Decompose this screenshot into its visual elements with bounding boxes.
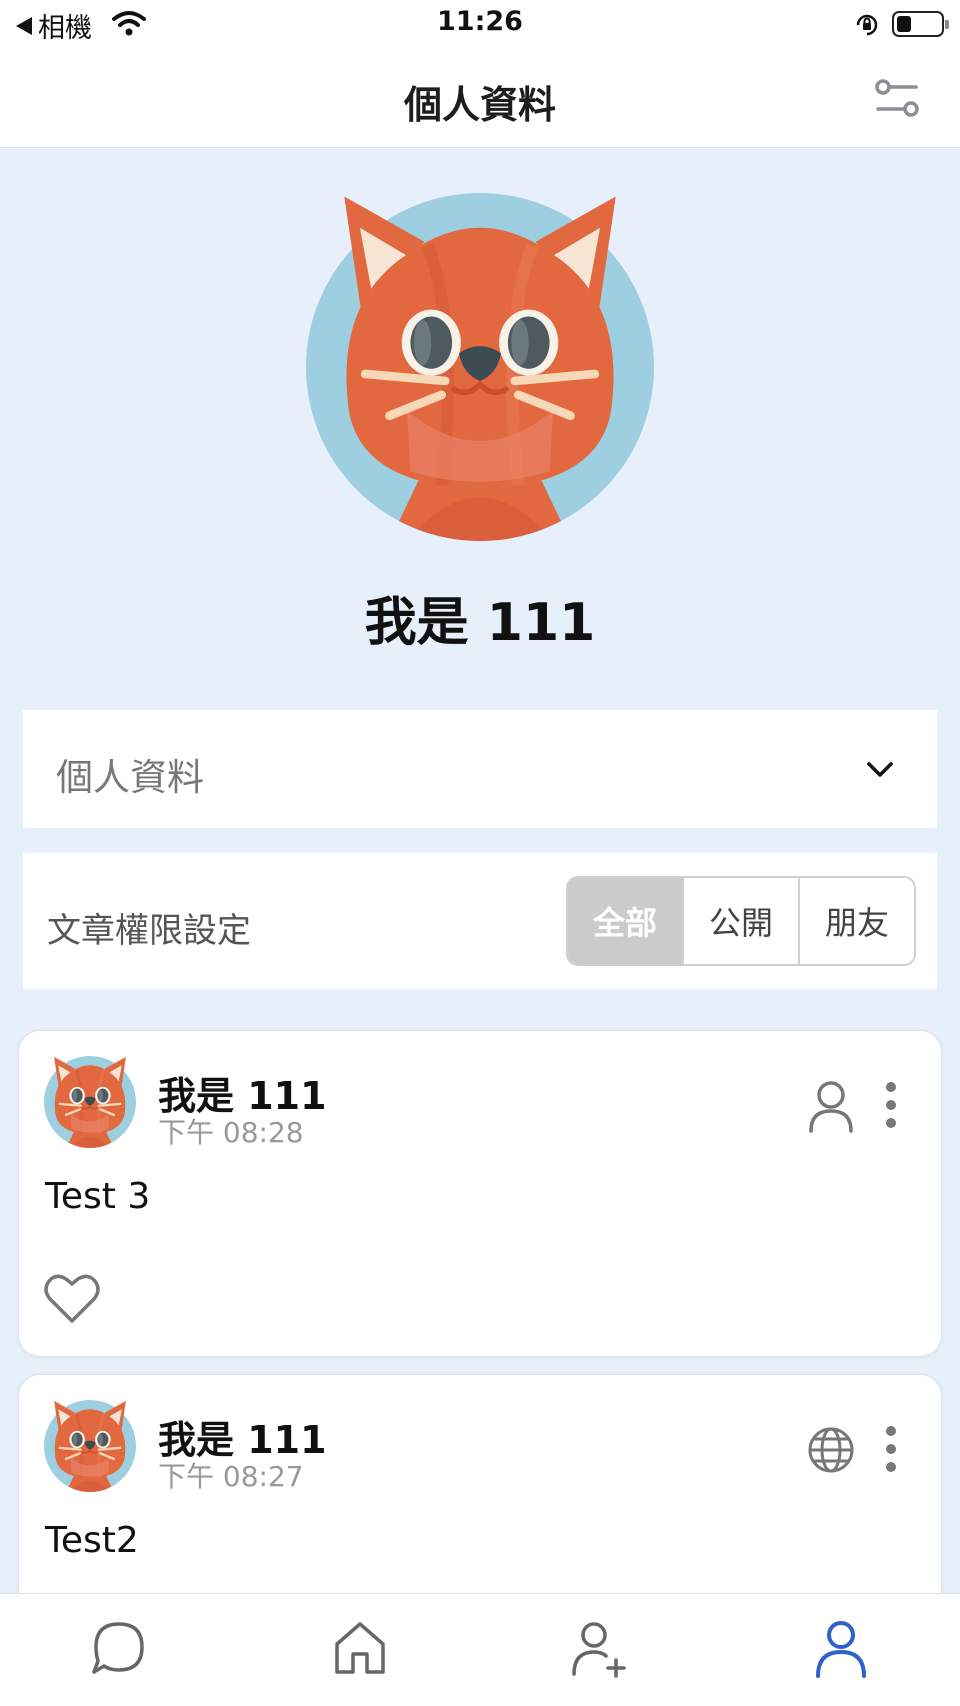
chevron-down-icon: [867, 762, 893, 777]
heart-icon[interactable]: [43, 1271, 101, 1325]
profile-icon[interactable]: [810, 1618, 872, 1680]
battery-icon: [892, 11, 949, 37]
post-time: 下午 08:27: [158, 1460, 304, 1493]
home-icon[interactable]: [329, 1618, 391, 1680]
page-title: 個人資料: [403, 83, 556, 127]
segment-public[interactable]: 公開: [682, 878, 798, 964]
more-options-icon[interactable]: [883, 1425, 899, 1473]
post-author-avatar[interactable]: [44, 1400, 136, 1492]
add-friend-icon[interactable]: [568, 1618, 630, 1680]
rotation-lock-icon: [856, 14, 878, 36]
post-content: Test2: [45, 1520, 139, 1561]
personal-info-dropdown[interactable]: 個人資料: [23, 710, 937, 828]
permission-segmented-control: 全部 公開 朋友: [566, 876, 916, 966]
sliders-icon[interactable]: [872, 74, 922, 124]
post-author-avatar[interactable]: [44, 1056, 136, 1148]
person-icon: [809, 1081, 853, 1133]
more-options-icon[interactable]: [883, 1081, 899, 1129]
status-bar: 相機 11:26: [0, 0, 960, 50]
post-card: 我是 111 下午 08:28 Test 3: [18, 1030, 942, 1357]
status-time: 11:26: [437, 6, 523, 37]
post-content: Test 3: [45, 1176, 151, 1217]
post-time: 下午 08:28: [158, 1116, 304, 1149]
chat-icon[interactable]: [88, 1618, 150, 1680]
profile-name: 我是 111: [364, 593, 596, 653]
segment-friends[interactable]: 朋友: [798, 878, 914, 964]
globe-icon: [808, 1427, 854, 1473]
segment-all[interactable]: 全部: [568, 878, 682, 964]
app-header: 個人資料: [0, 50, 960, 148]
personal-info-label: 個人資料: [56, 756, 204, 799]
profile-avatar[interactable]: [306, 193, 654, 541]
permission-label: 文章權限設定: [47, 911, 251, 951]
post-permission-panel: 文章權限設定 全部 公開 朋友: [23, 853, 937, 989]
bottom-tab-bar: [0, 1593, 960, 1706]
